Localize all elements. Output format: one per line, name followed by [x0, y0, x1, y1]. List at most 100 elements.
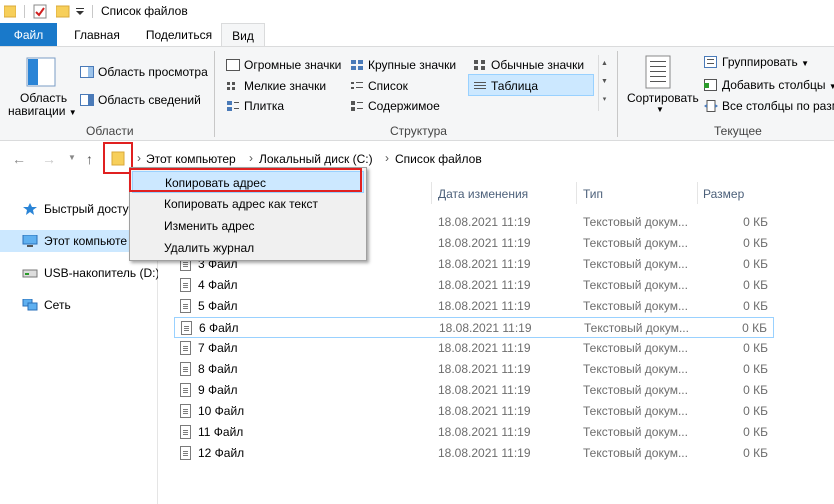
- file-size: 0 КБ: [743, 362, 768, 376]
- file-row-selected[interactable]: 6 Файл 18.08.2021 11:19 Текстовый докум...…: [174, 317, 774, 338]
- text-file-icon: [180, 404, 191, 418]
- file-row[interactable]: 12 Файл 18.08.2021 11:19 Текстовый докум..…: [174, 443, 774, 464]
- large-icons-icon: [351, 60, 363, 70]
- list-view-icon: [351, 82, 363, 89]
- small-icons-option[interactable]: Мелкие значки: [226, 79, 326, 93]
- nav-item-usb-drive[interactable]: USB-накопитель (D:): [0, 262, 158, 284]
- details-pane-button[interactable]: Область сведений: [80, 93, 201, 107]
- breadcrumb-chevron-icon[interactable]: ›: [249, 151, 253, 165]
- navigation-pane-button[interactable]: навигации ▼: [8, 104, 77, 118]
- file-type: Текстовый докум...: [583, 341, 688, 355]
- file-date: 18.08.2021 11:19: [438, 383, 531, 397]
- column-header-size[interactable]: Размер: [703, 187, 744, 201]
- forward-arrow-icon[interactable]: →: [42, 151, 56, 167]
- tab-view[interactable]: Вид: [221, 23, 265, 48]
- chevron-down-icon[interactable]: ▼: [656, 105, 664, 114]
- breadcrumb-current-folder[interactable]: Список файлов: [395, 152, 482, 166]
- text-file-icon: [180, 425, 191, 439]
- group-by-label: Группировать: [722, 55, 798, 69]
- new-folder-icon[interactable]: [56, 4, 70, 18]
- file-size: 0 КБ: [743, 257, 768, 271]
- file-row[interactable]: 11 Файл 18.08.2021 11:19 Текстовый докум..…: [174, 422, 774, 443]
- file-date: 18.08.2021 11:19: [438, 278, 531, 292]
- file-date: 18.08.2021 11:19: [438, 215, 531, 229]
- file-date: 18.08.2021 11:19: [438, 425, 531, 439]
- nav-item-label: Этот компьюте: [44, 234, 128, 248]
- file-date: 18.08.2021 11:19: [438, 257, 531, 271]
- column-divider[interactable]: [697, 182, 698, 204]
- column-divider[interactable]: [431, 182, 432, 204]
- medium-icons-label: Обычные значки: [491, 58, 585, 72]
- file-row[interactable]: 7 Файл 18.08.2021 11:19 Текстовый докум...…: [174, 338, 774, 359]
- tab-share[interactable]: Поделиться: [137, 23, 221, 47]
- menu-item-edit-address[interactable]: Изменить адрес: [132, 215, 364, 237]
- file-row[interactable]: 5 Файл 18.08.2021 11:19 Текстовый докум...…: [174, 296, 774, 317]
- properties-icon[interactable]: [33, 4, 47, 19]
- content-option[interactable]: Содержимое: [350, 99, 440, 113]
- tab-home[interactable]: Главная: [57, 23, 137, 47]
- add-columns-button[interactable]: Добавить столбцы ▼: [704, 78, 834, 92]
- back-arrow-icon[interactable]: ←: [12, 151, 26, 167]
- breadcrumb-chevron-icon[interactable]: ›: [137, 151, 141, 165]
- large-icons-option[interactable]: Крупные значки: [350, 58, 456, 72]
- column-divider[interactable]: [576, 182, 577, 204]
- medium-icons-option[interactable]: Обычные значки: [473, 58, 584, 72]
- chevron-down-icon: ▼: [801, 59, 810, 68]
- details-view-option[interactable]: Таблица: [468, 74, 594, 96]
- sort-button[interactable]: Сортировать: [627, 91, 699, 105]
- file-row[interactable]: 4 Файл 18.08.2021 11:19 Текстовый докум...…: [174, 275, 774, 296]
- breadcrumb-chevron-icon[interactable]: ›: [385, 151, 389, 165]
- column-header-type[interactable]: Тип: [583, 187, 603, 201]
- navigation-pane-button-line1[interactable]: Область: [20, 91, 67, 105]
- details-pane-icon: [80, 94, 94, 106]
- fit-columns-label: Все столбцы по разм: [722, 99, 834, 113]
- file-row[interactable]: 10 Файл 18.08.2021 11:19 Текстовый докум..…: [174, 401, 774, 422]
- up-arrow-icon[interactable]: ↑: [86, 151, 93, 167]
- file-name: 8 Файл: [198, 362, 238, 376]
- column-header-date[interactable]: Дата изменения: [438, 187, 528, 201]
- menu-item-copy-address-as-text[interactable]: Копировать адрес как текст: [132, 193, 364, 215]
- scroll-down-icon[interactable]: ▼: [599, 73, 610, 91]
- tab-file[interactable]: Файл: [0, 23, 57, 47]
- huge-icons-option[interactable]: Огромные значки: [226, 58, 341, 72]
- file-row[interactable]: 9 Файл 18.08.2021 11:19 Текстовый докум...…: [174, 380, 774, 401]
- add-columns-icon: [704, 79, 717, 91]
- text-file-icon: [180, 383, 191, 397]
- recent-locations-icon[interactable]: ▼: [68, 153, 76, 162]
- preview-pane-button[interactable]: Область просмотра: [80, 65, 208, 79]
- layout-scroll[interactable]: ▲ ▼ ▾: [598, 55, 610, 111]
- quick-access-dropdown-icon[interactable]: [76, 8, 85, 16]
- menu-item-delete-history[interactable]: Удалить журнал: [132, 237, 364, 259]
- group-by-button[interactable]: Группировать ▼: [704, 55, 809, 69]
- nav-item-network[interactable]: Сеть: [0, 294, 158, 316]
- file-type: Текстовый докум...: [583, 404, 688, 418]
- chevron-down-icon: ▼: [828, 82, 834, 91]
- file-type: Текстовый докум...: [583, 236, 688, 250]
- fit-columns-button[interactable]: Все столбцы по разм: [704, 99, 834, 113]
- file-date: 18.08.2021 11:19: [438, 341, 531, 355]
- expand-gallery-icon[interactable]: ▾: [599, 91, 610, 109]
- layout-group-label: Структура: [390, 124, 447, 138]
- file-name: 12 Файл: [198, 446, 245, 460]
- file-date: 18.08.2021 11:19: [438, 446, 531, 460]
- small-icons-label: Мелкие значки: [244, 79, 327, 93]
- tiles-option[interactable]: Плитка: [226, 99, 284, 113]
- scroll-up-icon[interactable]: ▲: [599, 55, 610, 73]
- divider: [24, 5, 25, 18]
- file-size: 0 КБ: [743, 341, 768, 355]
- file-date: 18.08.2021 11:19: [438, 236, 531, 250]
- file-name: 7 Файл: [198, 341, 238, 355]
- huge-icons-icon: [226, 59, 240, 71]
- text-file-icon: [181, 321, 192, 335]
- usb-drive-icon: [22, 269, 38, 278]
- breadcrumb-local-disk[interactable]: Локальный диск (C:): [259, 152, 373, 166]
- details-pane-label: Область сведений: [98, 93, 201, 107]
- file-name: 9 Файл: [198, 383, 238, 397]
- file-row[interactable]: 8 Файл 18.08.2021 11:19 Текстовый докум...…: [174, 359, 774, 380]
- list-option[interactable]: Список: [350, 79, 408, 93]
- file-type: Текстовый докум...: [583, 425, 688, 439]
- add-columns-label: Добавить столбцы: [722, 78, 826, 92]
- breadcrumb-this-pc[interactable]: Этот компьютер: [146, 152, 236, 166]
- tiles-label: Плитка: [244, 99, 285, 113]
- nav-item-label: Сеть: [44, 298, 71, 312]
